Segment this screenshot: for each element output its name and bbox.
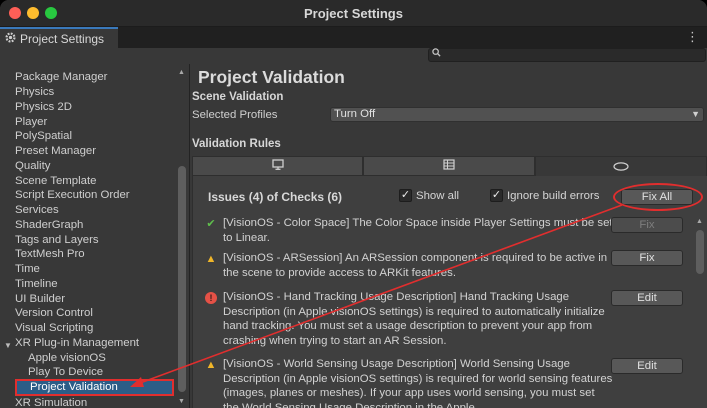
- show-all-label: Show all: [416, 190, 460, 202]
- sidebar-item-scene-template[interactable]: Scene Template: [15, 175, 96, 190]
- tab-label: Project Settings: [20, 31, 105, 46]
- checkmark-icon: ✔: [206, 218, 216, 230]
- settings-sidebar: Package Manager Physics Physics 2D Playe…: [0, 64, 190, 408]
- chevron-down-icon: ▼: [691, 109, 700, 119]
- show-all-checkbox[interactable]: ✓: [399, 189, 412, 202]
- sidebar-item-xr-simulation[interactable]: XR Simulation: [15, 397, 87, 408]
- sidebar-item-timeline[interactable]: Timeline: [15, 278, 58, 293]
- sidebar-item-physics[interactable]: Physics: [15, 86, 54, 101]
- issues-list: ✔ [VisionOS - Color Space] The Color Spa…: [193, 216, 693, 408]
- sidebar-item-visual-scripting[interactable]: Visual Scripting: [15, 322, 93, 337]
- edit-button[interactable]: Edit: [611, 358, 683, 374]
- warning-icon: ▲: [205, 253, 217, 265]
- issue-text: [VisionOS - Color Space] The Color Space…: [223, 217, 613, 244]
- sidebar-item-apple-visionos[interactable]: Apple visionOS: [28, 352, 106, 367]
- grid-icon: [443, 159, 455, 173]
- list-item: ▲ [VisionOS - World Sensing Usage Descri…: [193, 357, 693, 408]
- sidebar-item-ui-builder[interactable]: UI Builder: [15, 293, 65, 308]
- sidebar-item-tags-and-layers[interactable]: Tags and Layers: [15, 234, 99, 249]
- list-item: ▲ [VisionOS - ARSession] An ARSession co…: [193, 250, 693, 281]
- sidebar-item-xr-plugin-management[interactable]: XR Plug-in Management: [15, 337, 139, 352]
- issues-scroll-thumb[interactable]: [696, 230, 704, 274]
- sidebar-item-package-manager[interactable]: Package Manager: [15, 71, 107, 86]
- sidebar-item-services[interactable]: Services: [15, 204, 59, 219]
- tab-grid-platform[interactable]: [363, 156, 535, 176]
- scroll-down-arrow-icon[interactable]: ▼: [178, 398, 185, 405]
- search-icon: [432, 48, 441, 60]
- issues-summary: Issues (4) of Checks (6): [208, 190, 343, 204]
- main-panel: Project Validation Scene Validation Sele…: [191, 64, 707, 408]
- kebab-menu-icon[interactable]: ⋮: [686, 29, 699, 45]
- sidebar-item-polyspatial[interactable]: PolySpatial: [15, 130, 72, 145]
- scene-validation-heading: Scene Validation: [192, 91, 284, 103]
- monitor-icon: [271, 159, 284, 173]
- annotation-circle: [613, 183, 703, 211]
- sidebar-item-textmesh-pro[interactable]: TextMesh Pro: [15, 248, 85, 263]
- issues-scrollbar[interactable]: ▲: [693, 216, 707, 408]
- sidebar-item-script-execution-order[interactable]: Script Execution Order: [15, 189, 130, 204]
- platform-tabs: [192, 156, 707, 176]
- sidebar-item-time[interactable]: Time: [15, 263, 40, 278]
- warning-icon: ▲: [205, 359, 217, 371]
- issue-text: [VisionOS - ARSession] An ARSession comp…: [223, 252, 608, 279]
- list-item: ! [VisionOS - Hand Tracking Usage Descri…: [193, 290, 693, 352]
- ignore-build-errors-label: Ignore build errors: [507, 190, 600, 202]
- scroll-up-arrow-icon[interactable]: ▲: [696, 218, 703, 225]
- issue-text: [VisionOS - Hand Tracking Usage Descript…: [223, 291, 605, 348]
- sidebar-item-version-control[interactable]: Version Control: [15, 307, 93, 322]
- project-settings-window: Project Settings Project Settings ⋮ Pack…: [0, 0, 707, 408]
- ignore-build-errors-checkbox[interactable]: ✓: [490, 189, 503, 202]
- tab-bar: Project Settings ⋮: [0, 27, 707, 48]
- tab-project-settings[interactable]: Project Settings: [0, 27, 118, 48]
- title-bar: Project Settings: [0, 0, 707, 27]
- selected-profiles-dropdown[interactable]: Turn Off ▼: [330, 107, 704, 122]
- search-input[interactable]: [428, 48, 706, 62]
- fix-button[interactable]: Fix: [611, 250, 683, 266]
- window-title: Project Settings: [304, 6, 403, 21]
- gear-icon: [5, 31, 16, 46]
- issue-text: [VisionOS - World Sensing Usage Descript…: [223, 358, 613, 408]
- sidebar-item-shadergraph[interactable]: ShaderGraph: [15, 219, 83, 234]
- list-item: ✔ [VisionOS - Color Space] The Color Spa…: [193, 216, 693, 246]
- sidebar-item-physics-2d[interactable]: Physics 2D: [15, 101, 72, 116]
- fix-button[interactable]: Fix: [611, 217, 683, 233]
- tab-standalone[interactable]: [192, 156, 363, 176]
- visionos-icon: [613, 160, 629, 174]
- search-row: [0, 48, 707, 64]
- error-icon: !: [205, 292, 217, 304]
- sidebar-scrollbar[interactable]: ▲ ▼: [176, 64, 188, 408]
- page-title: Project Validation: [198, 67, 345, 87]
- edit-button[interactable]: Edit: [611, 290, 683, 306]
- sidebar-item-player[interactable]: Player: [15, 116, 47, 131]
- selected-profiles-value: Turn Off: [334, 108, 376, 120]
- selected-profiles-label: Selected Profiles: [192, 109, 278, 121]
- tab-visionos[interactable]: [535, 156, 707, 176]
- chevron-down-icon[interactable]: ▼: [4, 341, 12, 350]
- validation-rules-panel: Issues (4) of Checks (6) ✓ Show all ✓ Ig…: [192, 176, 707, 408]
- sidebar-item-quality[interactable]: Quality: [15, 160, 50, 175]
- scroll-up-arrow-icon[interactable]: ▲: [178, 69, 185, 76]
- sidebar-scroll-thumb[interactable]: [178, 166, 186, 392]
- sidebar-item-project-validation[interactable]: Project Validation: [15, 379, 174, 396]
- sidebar-item-preset-manager[interactable]: Preset Manager: [15, 145, 96, 160]
- validation-rules-heading: Validation Rules: [192, 138, 281, 150]
